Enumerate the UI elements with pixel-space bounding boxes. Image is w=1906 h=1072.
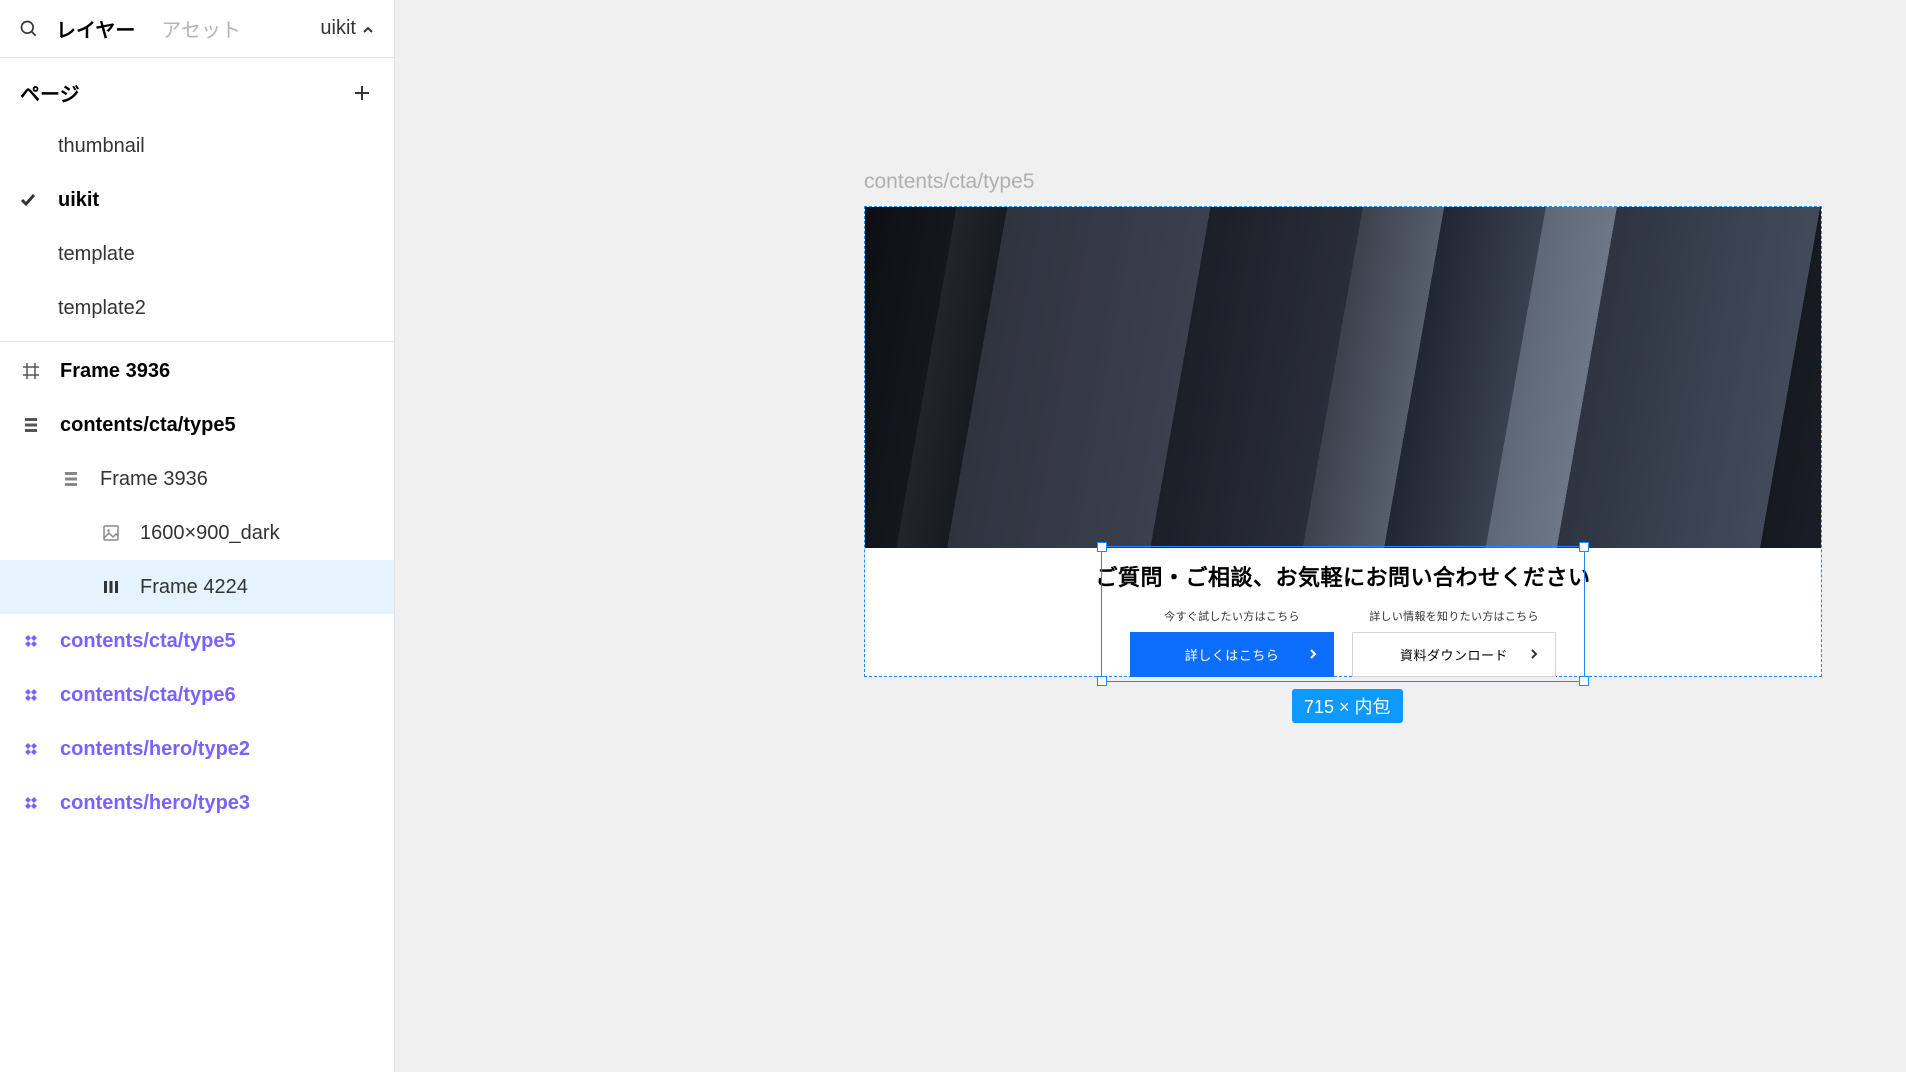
component-icon	[20, 740, 42, 758]
check-icon	[20, 192, 58, 208]
layer-label: contents/hero/type2	[60, 738, 250, 761]
tab-layers[interactable]: レイヤー	[56, 14, 135, 43]
layer-label: 1600×900_dark	[140, 522, 280, 545]
layer-label: Frame 3936	[100, 468, 208, 491]
sidebar-header: レイヤー アセット uikit	[0, 0, 394, 58]
pages-section: ページ thumbnail uikit template template	[0, 58, 394, 342]
layer-label: Frame 4224	[140, 576, 248, 599]
layer-frame-3936-inner[interactable]: Frame 3936	[0, 452, 394, 506]
component-icon	[20, 632, 42, 650]
cta-button-label: 資料ダウンロード	[1400, 645, 1508, 664]
component-icon	[20, 686, 42, 704]
cta-title: ご質問・ご相談、お気軽にお問い合わせください	[1095, 560, 1590, 592]
page-dropdown-label: uikit	[320, 17, 356, 40]
page-label: uikit	[58, 189, 99, 212]
layer-cta-type5[interactable]: contents/cta/type5	[0, 398, 394, 452]
selection-dimensions: 715 × 内包	[1292, 689, 1403, 723]
page-label: template2	[58, 297, 146, 320]
layer-label: Frame 3936	[60, 360, 170, 383]
page-label: template	[58, 243, 135, 266]
cta-frame[interactable]: ご質問・ご相談、お気軽にお問い合わせください 今すぐ試したい方はこちら 詳しくは…	[864, 206, 1822, 677]
cta-button-primary[interactable]: 詳しくはこちら	[1130, 632, 1334, 677]
add-page-button[interactable]	[350, 81, 374, 105]
page-dropdown[interactable]: uikit	[320, 17, 374, 40]
cta-columns: 今すぐ試したい方はこちら 詳しくはこちら 詳しい情報を知りたい方はこちら 資料ダ…	[1130, 608, 1556, 677]
cta-button-secondary[interactable]: 資料ダウンロード	[1352, 632, 1556, 677]
cta-column-right: 詳しい情報を知りたい方はこちら 資料ダウンロード	[1352, 608, 1556, 677]
layers-tree: Frame 3936 contents/cta/type5 Frame 3936…	[0, 342, 394, 1072]
chevron-right-icon	[1308, 647, 1318, 662]
frame-icon	[20, 362, 42, 380]
autolayout-horizontal-icon	[100, 578, 122, 596]
tab-assets[interactable]: アセット	[161, 14, 241, 43]
canvas[interactable]: contents/cta/type5 ご質問・ご相談、お気軽にお問い合わせくださ…	[395, 0, 1906, 1072]
cta-hint-left: 今すぐ試したい方はこちら	[1164, 608, 1300, 624]
layer-label: contents/cta/type5	[60, 414, 236, 437]
layer-label: contents/cta/type6	[60, 684, 236, 707]
page-item-template[interactable]: template	[0, 227, 394, 281]
cta-hint-right: 詳しい情報を知りたい方はこちら	[1369, 608, 1539, 624]
layer-image-dark[interactable]: 1600×900_dark	[0, 506, 394, 560]
frame-title[interactable]: contents/cta/type5	[864, 170, 1034, 194]
layer-label: contents/cta/type5	[60, 630, 236, 653]
layer-frame-4224[interactable]: Frame 4224	[0, 560, 394, 614]
search-icon[interactable]	[18, 18, 40, 40]
layer-component-cta5[interactable]: contents/cta/type5	[0, 614, 394, 668]
layer-component-hero2[interactable]: contents/hero/type2	[0, 722, 394, 776]
layers-sidebar: レイヤー アセット uikit ページ thumbnail	[0, 0, 395, 1072]
cta-hero-image	[865, 207, 1821, 548]
cta-body: ご質問・ご相談、お気軽にお問い合わせください 今すぐ試したい方はこちら 詳しくは…	[865, 548, 1821, 676]
image-icon	[100, 524, 122, 542]
page-label: thumbnail	[58, 135, 145, 158]
autolayout-vertical-icon	[20, 416, 42, 434]
pages-header: ページ	[0, 58, 394, 119]
chevron-right-icon	[1529, 647, 1539, 662]
cta-column-left: 今すぐ試したい方はこちら 詳しくはこちら	[1130, 608, 1334, 677]
page-item-uikit[interactable]: uikit	[0, 173, 394, 227]
resize-handle-bl[interactable]	[1097, 676, 1107, 686]
page-item-template2[interactable]: template2	[0, 281, 394, 335]
cta-button-label: 詳しくはこちら	[1185, 645, 1280, 664]
page-item-thumbnail[interactable]: thumbnail	[0, 119, 394, 173]
component-icon	[20, 794, 42, 812]
pages-title: ページ	[20, 78, 80, 107]
resize-handle-br[interactable]	[1579, 676, 1589, 686]
chevron-up-icon	[362, 23, 374, 35]
layer-frame-3936[interactable]: Frame 3936	[0, 344, 394, 398]
layer-component-cta6[interactable]: contents/cta/type6	[0, 668, 394, 722]
layer-label: contents/hero/type3	[60, 792, 250, 815]
autolayout-vertical-icon	[60, 470, 82, 488]
layer-component-hero3[interactable]: contents/hero/type3	[0, 776, 394, 830]
